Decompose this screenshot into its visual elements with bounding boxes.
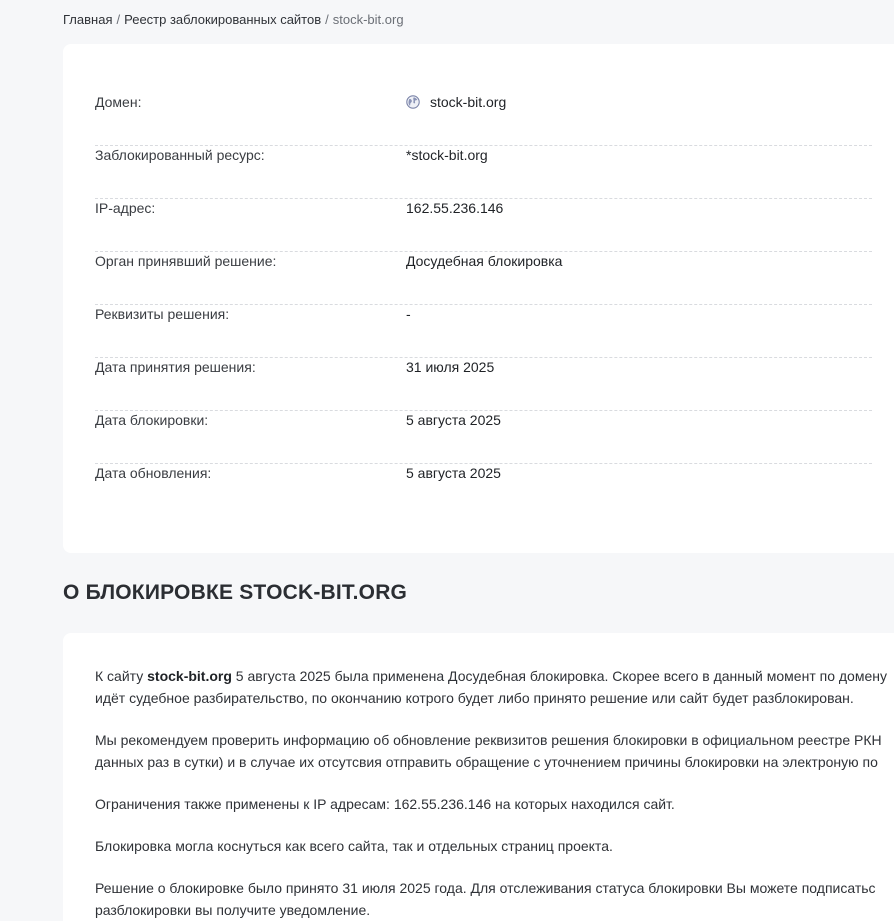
- about-text-fragment: К сайту: [95, 668, 148, 684]
- info-row-decision-date: Дата принятия решения: 31 июля 2025: [95, 358, 872, 411]
- about-text-fragment: данных раз в сутки) и в случае их отсутс…: [95, 754, 878, 770]
- info-row-blocked-resource: Заблокированный ресурс: *stock-bit.org: [95, 146, 872, 199]
- info-value: 5 августа 2025: [406, 412, 501, 428]
- info-label: Дата принятия решения:: [95, 359, 256, 375]
- about-text-fragment: 5 августа 2025 была применена Досудебная…: [231, 668, 887, 684]
- about-paragraph: Ограничения также применены к IP адресам…: [95, 796, 675, 812]
- info-row-decision-details: Реквизиты решения: -: [95, 305, 872, 358]
- info-row-block-date: Дата блокировки: 5 августа 2025: [95, 411, 872, 464]
- info-row-authority: Орган принявший решение: Досудебная блок…: [95, 252, 872, 305]
- info-label: Орган принявший решение:: [95, 253, 277, 269]
- page: Главная / Реестр заблокированных сайтов / st…: [0, 0, 894, 921]
- info-label: Домен:: [95, 94, 142, 110]
- domain-info-card: Домен: stock-bit.org Заблокированный рес…: [63, 44, 894, 553]
- info-value: 162.55.236.146: [406, 200, 504, 216]
- domain-name: stock-bit.org: [430, 94, 507, 110]
- breadcrumb-registry-link[interactable]: Реестр заблокированных сайтов: [124, 12, 321, 27]
- info-value: -: [406, 306, 411, 322]
- info-label: Реквизиты решения:: [95, 306, 230, 322]
- info-label: Дата блокировки:: [95, 412, 209, 428]
- about-text: К сайту stock-bit.org 5 августа 2025 был…: [95, 665, 894, 921]
- info-label: Дата обновления:: [95, 465, 212, 481]
- info-label: IP-адрес:: [95, 200, 156, 216]
- info-row-domain: Домен: stock-bit.org: [95, 93, 872, 146]
- about-text-fragment: разблокировки вы получите уведомление.: [95, 902, 371, 918]
- breadcrumb-home-link[interactable]: Главная: [63, 12, 112, 27]
- about-blocking-card: К сайту stock-bit.org 5 августа 2025 был…: [63, 633, 894, 921]
- info-value: Досудебная блокировка: [406, 253, 563, 269]
- globe-icon: [406, 95, 420, 109]
- breadcrumb: Главная / Реестр заблокированных сайтов / st…: [63, 11, 404, 29]
- info-row-ip-address: IP-адрес: 162.55.236.146: [95, 199, 872, 252]
- about-paragraph: Мы рекомендуем проверить информацию об о…: [95, 729, 894, 773]
- breadcrumb-separator: /: [325, 12, 329, 27]
- about-paragraph: К сайту stock-bit.org 5 августа 2025 был…: [95, 665, 894, 709]
- info-value: 5 августа 2025: [406, 465, 501, 481]
- about-domain-bold: stock-bit.org: [147, 668, 232, 684]
- about-paragraph: Блокировка могла коснуться как всего сай…: [95, 838, 613, 854]
- info-label: Заблокированный ресурс:: [95, 147, 265, 163]
- about-text-fragment: Решение о блокировке было принято 31 июл…: [95, 880, 876, 896]
- breadcrumb-separator: /: [116, 12, 121, 27]
- info-row-update-date: Дата обновления: 5 августа 2025: [95, 464, 872, 517]
- about-section-title: О БЛОКИРОВКЕ STOCK-BIT.ORG: [63, 581, 408, 604]
- info-table: Домен: stock-bit.org Заблокированный рес…: [95, 93, 872, 517]
- info-value: 31 июля 2025: [406, 359, 495, 375]
- breadcrumb-current: stock-bit.org: [332, 12, 404, 27]
- about-text-fragment: Мы рекомендуем проверить информацию об о…: [95, 732, 882, 748]
- about-paragraph: Решение о блокировке было принято 31 июл…: [95, 877, 894, 921]
- info-value: stock-bit.org: [406, 93, 506, 111]
- about-text-fragment: идёт судебное разбирательство, по оконча…: [95, 690, 854, 706]
- info-value: *stock-bit.org: [406, 147, 488, 163]
